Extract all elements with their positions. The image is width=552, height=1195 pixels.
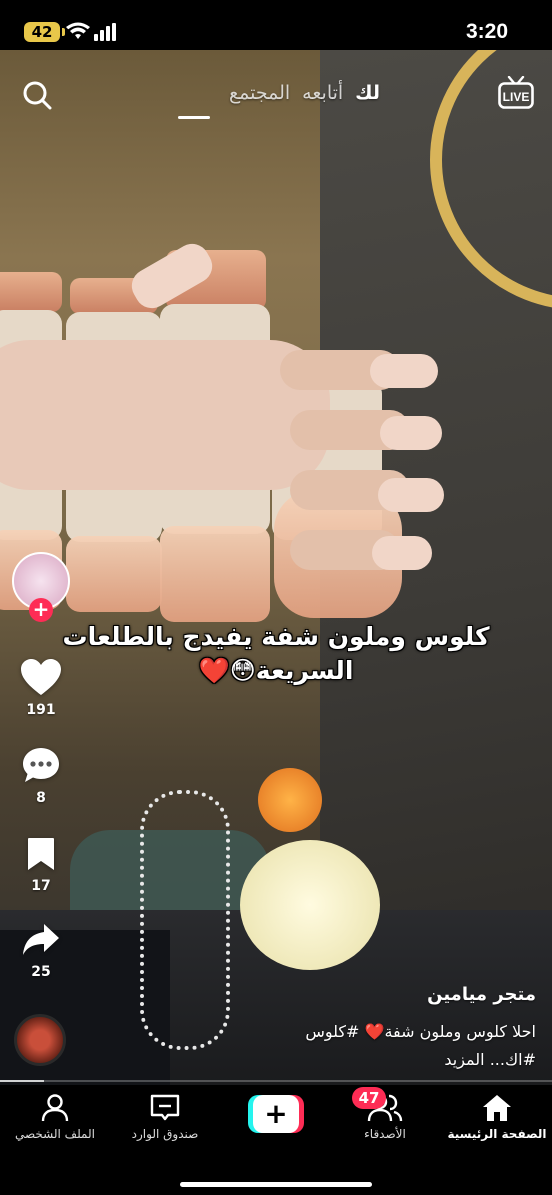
create-button[interactable]: + (248, 1095, 304, 1133)
lipstick-base (160, 526, 270, 622)
pearl-necklace (140, 790, 230, 1050)
sound-disc[interactable] (14, 1014, 66, 1066)
search-icon[interactable] (22, 80, 52, 110)
fingers (280, 350, 450, 610)
comment-icon (23, 748, 59, 782)
save-count: 17 (31, 878, 51, 894)
bottom-navigation: الصفحة الرئيسية الأصدقاء + صندوق الوارد … (0, 1085, 552, 1195)
tab-community[interactable]: المجتمع (229, 82, 290, 122)
video-player[interactable] (0, 50, 552, 1085)
profile-icon (41, 1094, 69, 1122)
comment-count: 8 (36, 790, 46, 806)
live-label: LIVE (503, 90, 530, 104)
share-count: 25 (31, 964, 51, 980)
nav-home[interactable]: الصفحة الرئيسية (442, 1093, 552, 1141)
nav-friends-label: الأصدقاء (364, 1127, 406, 1141)
nav-profile-label: الملف الشخصي (15, 1127, 95, 1141)
video-caption: كلوس وملون شفة يفيدج بالطلعات السريعة😳❤️ (56, 620, 496, 688)
orange-flower (258, 768, 322, 832)
tab-following[interactable]: أتابعه (302, 82, 343, 122)
tab-for-you[interactable]: لك (355, 82, 380, 122)
active-tab-indicator (178, 116, 210, 119)
friends-badge: 47 (352, 1087, 386, 1109)
nav-home-label: الصفحة الرئيسية (447, 1127, 547, 1141)
lipstick-cap (0, 272, 62, 312)
nav-inbox-label: صندوق الوارد (131, 1127, 199, 1141)
inbox-icon (150, 1094, 180, 1121)
create-plus-icon: + (253, 1095, 299, 1133)
wifi-icon (66, 22, 90, 39)
description-line-2[interactable]: #اك... المزيد (236, 1046, 536, 1074)
comment-button[interactable]: 8 (10, 746, 72, 806)
caption-line-2: السريعة😳❤️ (198, 656, 354, 685)
battery-tip (62, 28, 65, 36)
lipstick-base (66, 536, 162, 612)
video-progress-fill (0, 1080, 45, 1082)
creator-name[interactable]: متجر ميامين (427, 984, 536, 1005)
share-icon (23, 924, 59, 955)
video-description[interactable]: احلا كلوس وملون شفة❤️ #كلوس #اك... المزي… (236, 1018, 536, 1074)
save-button[interactable]: 17 (10, 836, 72, 894)
heart-icon (21, 659, 61, 695)
caption-line-1: كلوس وملون شفة يفيدج بالطلعات (62, 622, 490, 651)
signal-icon (94, 23, 116, 41)
status-time: 3:20 (465, 20, 508, 43)
like-button[interactable]: 191 (10, 658, 72, 718)
video-progress-bar[interactable] (0, 1080, 552, 1082)
like-count: 191 (26, 702, 56, 718)
home-icon (483, 1095, 511, 1121)
creator-avatar-button[interactable]: + (12, 552, 70, 622)
follow-button[interactable]: + (29, 598, 53, 622)
cream-flower (240, 840, 380, 970)
nav-inbox[interactable]: صندوق الوارد (110, 1093, 220, 1141)
nav-profile[interactable]: الملف الشخصي (0, 1093, 110, 1141)
bookmark-icon (28, 838, 54, 870)
description-line-1: احلا كلوس وملون شفة❤️ #كلوس (305, 1022, 536, 1041)
share-button[interactable]: 25 (10, 922, 72, 980)
battery-indicator: 42 (24, 22, 60, 42)
live-icon[interactable]: LIVE (498, 76, 534, 110)
home-indicator (180, 1182, 372, 1187)
